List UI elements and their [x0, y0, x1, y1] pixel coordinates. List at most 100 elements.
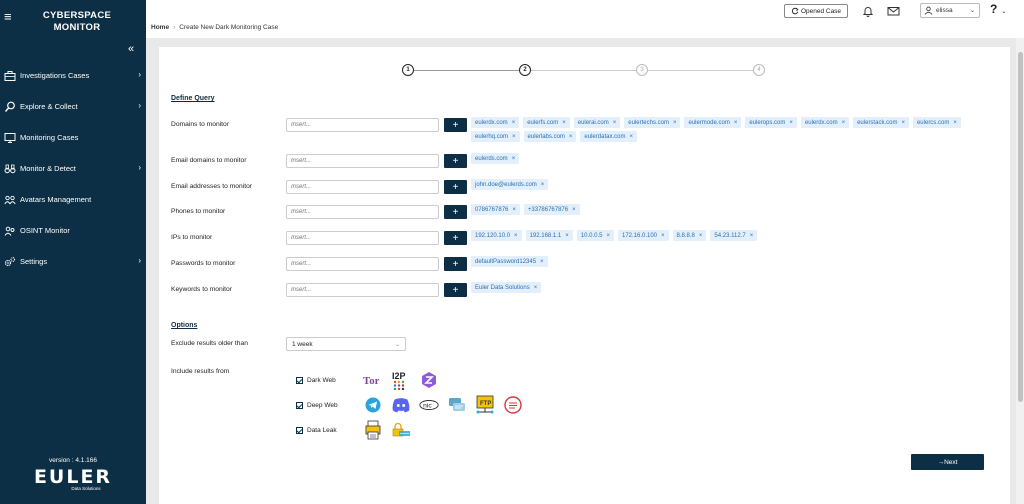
remove-tag-icon[interactable]: × — [512, 207, 516, 213]
remove-tag-icon[interactable]: × — [673, 120, 677, 126]
tag: 192.120.10.0 × — [471, 230, 522, 241]
email-addresses-to-monitor-input[interactable] — [286, 180, 439, 194]
remove-tag-icon[interactable]: × — [562, 120, 566, 126]
remove-tag-icon[interactable]: × — [901, 120, 905, 126]
sidebar-item-investigations-cases[interactable]: Investigations Cases › — [0, 60, 146, 91]
domains-to-monitor-input[interactable] — [286, 118, 439, 132]
remove-tag-icon[interactable]: × — [953, 120, 957, 126]
remove-tag-icon[interactable]: × — [629, 134, 633, 140]
tag: 10.0.0.5 × — [576, 230, 614, 241]
step-2[interactable]: 2 — [519, 64, 531, 76]
keywords-to-monitor-add-button[interactable]: + — [444, 283, 467, 297]
domains-to-monitor-tags: eulerdx.com × eulerfs.com × eulerai.com × eule… — [471, 117, 1001, 142]
avatars-icon — [4, 195, 16, 204]
tag: eulerdatax.com × — [580, 131, 637, 142]
next-button[interactable]: →Next — [911, 454, 984, 470]
tag-label: +33786767876 — [527, 206, 569, 213]
dark-web-checkbox[interactable] — [296, 376, 303, 384]
breadcrumb-separator: › — [173, 24, 176, 31]
remove-tag-icon[interactable]: × — [606, 233, 610, 239]
remove-tag-icon[interactable]: × — [512, 120, 516, 126]
data-leak-checkbox[interactable] — [296, 426, 303, 434]
remove-tag-icon[interactable]: × — [512, 134, 516, 140]
step-4[interactable]: 4 — [753, 64, 765, 76]
deep-web-checkbox[interactable] — [296, 401, 303, 409]
svg-text:FTP: FTP — [480, 401, 491, 407]
discord-icon — [391, 396, 411, 414]
username: elissa — [936, 7, 953, 14]
step-1[interactable]: 1 — [402, 64, 414, 76]
remove-tag-icon[interactable]: × — [734, 120, 738, 126]
ips-to-monitor-input[interactable] — [286, 231, 439, 245]
exclude-value: 1 week — [292, 341, 313, 348]
remove-tag-icon[interactable]: × — [699, 233, 703, 239]
email-addresses-to-monitor-tags: john.doe@eulerds.com × — [471, 179, 1001, 190]
phones-to-monitor-add-button[interactable]: + — [444, 205, 467, 219]
email-addresses-to-monitor-label: Email addresses to monitor — [171, 183, 253, 190]
user-icon — [924, 6, 933, 15]
remove-tag-icon[interactable]: × — [534, 285, 538, 291]
remove-tag-icon[interactable]: × — [842, 120, 846, 126]
remove-tag-icon[interactable]: × — [512, 156, 516, 162]
email-addresses-to-monitor-add-button[interactable]: + — [444, 180, 467, 194]
ftp-icon: FTP — [475, 395, 495, 414]
scrollbar-thumb[interactable] — [1018, 52, 1023, 402]
tag-label: 54.23.112.7 — [714, 232, 746, 239]
tag-label: eulerfs.com — [527, 119, 559, 126]
remove-tag-icon[interactable]: × — [565, 233, 569, 239]
sidebar-item-osint-monitor[interactable]: OSINT Monitor — [0, 215, 146, 246]
keywords-to-monitor-input[interactable] — [286, 283, 439, 297]
opened-case-button[interactable]: Opened Case — [784, 4, 848, 18]
passwords-to-monitor-add-button[interactable]: + — [444, 257, 467, 271]
tag-label: eulerlabs.com — [527, 133, 565, 140]
sidebar-item-monitoring-cases[interactable]: Monitoring Cases — [0, 122, 146, 153]
telegram-icon — [363, 396, 383, 414]
main-card: 1 2 3 4 Define Query Domains to monitor +… — [159, 47, 1010, 504]
domains-to-monitor-label: Domains to monitor — [171, 121, 229, 128]
exclude-select[interactable]: 1 week ⌄ — [286, 337, 406, 351]
ips-to-monitor-label: IPs to monitor — [171, 234, 213, 241]
source-label: Deep Web — [307, 401, 338, 409]
email-domains-to-monitor-input[interactable] — [286, 154, 439, 168]
tor-icon: Tor — [363, 371, 383, 389]
remove-tag-icon[interactable]: × — [514, 233, 518, 239]
help-menu[interactable]: ? ⌄ — [990, 2, 1006, 16]
monitor-icon — [4, 132, 16, 143]
keywords-to-monitor-tags: Euler Data Solutions × — [471, 282, 1001, 293]
passwords-to-monitor-input[interactable] — [286, 257, 439, 271]
tag-label: 10.0.0.5 — [580, 232, 603, 239]
domains-to-monitor-add-button[interactable]: + — [444, 118, 467, 132]
nic-icon: nic — [419, 396, 439, 414]
remove-tag-icon[interactable]: × — [569, 134, 573, 140]
sidebar-item-monitor-detect[interactable]: Monitor & Detect › — [0, 153, 146, 184]
sidebar-item-settings[interactable]: Settings › — [0, 246, 146, 277]
user-menu[interactable]: elissa ⌄ — [920, 3, 980, 18]
collapse-sidebar-icon[interactable]: « — [128, 43, 134, 55]
step-3[interactable]: 3 — [636, 64, 648, 76]
sidebar-item-label: Monitor & Detect — [20, 164, 76, 173]
remove-tag-icon[interactable]: × — [572, 207, 576, 213]
chevron-down-icon: ⌄ — [394, 342, 400, 348]
remove-tag-icon[interactable]: × — [661, 233, 665, 239]
remove-tag-icon[interactable]: × — [789, 120, 793, 126]
breadcrumb-home[interactable]: Home — [151, 24, 169, 31]
sidebar-item-avatars-management[interactable]: Avatars Management — [0, 184, 146, 215]
exclude-label: Exclude results older than — [171, 340, 248, 347]
mail-icon[interactable] — [887, 5, 900, 17]
phones-to-monitor-input[interactable] — [286, 205, 439, 219]
leak-printer-icon — [363, 420, 383, 440]
sidebar-item-explore-collect[interactable]: Explore & Collect › — [0, 91, 146, 122]
remove-tag-icon[interactable]: × — [541, 182, 545, 188]
svg-text:Tor: Tor — [363, 375, 380, 387]
remove-tag-icon[interactable]: × — [750, 233, 754, 239]
version-label: version : 4.1.166 — [48, 457, 98, 464]
source-label: Data Leak — [307, 426, 337, 434]
menu-icon[interactable]: ≡ — [4, 10, 12, 23]
bell-icon[interactable] — [862, 5, 874, 17]
email-domains-to-monitor-add-button[interactable]: + — [444, 154, 467, 168]
ips-to-monitor-add-button[interactable]: + — [444, 231, 467, 245]
remove-tag-icon[interactable]: × — [613, 120, 617, 126]
tag: eulerds.com × — [471, 153, 520, 164]
svg-text:I2P: I2P — [392, 371, 406, 381]
remove-tag-icon[interactable]: × — [540, 259, 544, 265]
